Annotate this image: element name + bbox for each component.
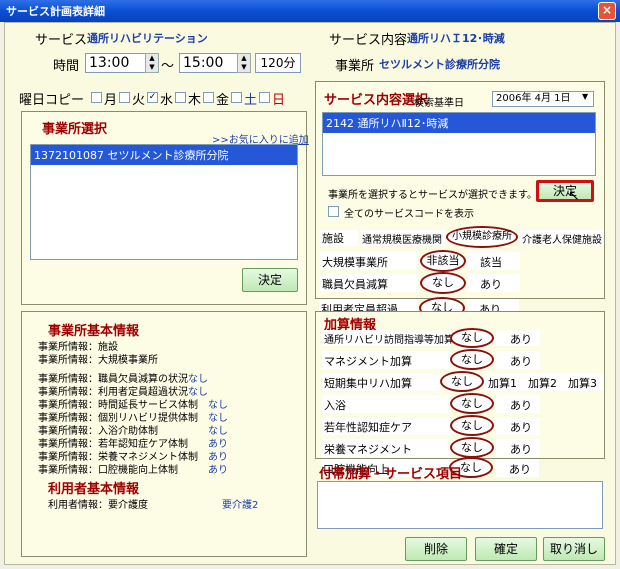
window-title: サービス計画表詳細	[6, 5, 105, 18]
addition-row-4-label: 若年性認知症ケア	[322, 417, 450, 435]
title-bar: サービス計画表詳細 ×	[0, 0, 620, 22]
confirm-button[interactable]: 確定	[475, 537, 537, 561]
weekday-wed-checkbox[interactable]: ✓	[147, 92, 158, 103]
addition-group: 加算情報 通所リハビリ訪問指導等加算 なし あり マネジメント加算 なし あり …	[315, 311, 605, 459]
window-client: サービス 通所リハビリテーション サービス内容 通所リハＩ12･時減 時間 13…	[4, 22, 616, 565]
office-select-group: 事業所選択 >>お気に入りに追加 1372101087 セツルメント診療所分院 …	[21, 111, 309, 305]
addition-row-5-label: 栄養マネジメント	[322, 439, 450, 457]
weekday-copy-label: 曜日コピー	[19, 93, 85, 108]
service-content-label: サービス内容	[329, 33, 408, 48]
facility-label: 施設	[320, 230, 358, 246]
weekday-thu-label: 木	[188, 93, 202, 108]
office-select-title: 事業所選択	[42, 122, 108, 137]
addition-row-0-label: 通所リハビリ訪問指導等加算	[322, 330, 454, 346]
service-list[interactable]: 2142 通所リハⅡ12･時減	[322, 112, 596, 176]
delete-button[interactable]: 削除	[405, 537, 467, 561]
addition-row-1-option-none[interactable]: なし	[450, 349, 494, 370]
weekday-tue-checkbox[interactable]	[119, 92, 130, 103]
weekday-sat-checkbox[interactable]	[231, 92, 242, 103]
large-office-label: 大規模事業所	[320, 252, 418, 270]
close-icon: ×	[601, 3, 613, 17]
show-all-checkbox[interactable]	[328, 206, 339, 217]
cancel-button[interactable]: 取り消し	[543, 537, 605, 561]
staff-shortage-label: 職員欠員減算	[320, 274, 418, 292]
weekday-fri-checkbox[interactable]	[203, 92, 214, 103]
addition-row-4-option-yes[interactable]: あり	[496, 417, 540, 435]
search-date-label: 検索基準日	[414, 98, 464, 109]
cursor-icon: ↖	[568, 188, 580, 204]
service-select-title: サービス内容選択	[324, 93, 429, 108]
weekday-wed-label: 水	[160, 93, 174, 108]
service-content-value: 通所リハＩ12･時減	[407, 32, 505, 45]
service-list-item[interactable]: 2142 通所リハⅡ12･時減	[323, 113, 595, 133]
facility-option-small[interactable]: 小規模診療所	[446, 226, 518, 248]
office-list[interactable]: 1372101087 セツルメント診療所分院	[30, 144, 298, 260]
staff-shortage-option-yes[interactable]: あり	[468, 274, 520, 292]
office-info-row-9-label: 事業所情報：口腔機能向上体制	[38, 465, 178, 476]
weekday-tue-label: 火	[132, 93, 146, 108]
user-info-title: 利用者基本情報	[48, 482, 140, 497]
addition-row-4-option-none[interactable]: なし	[450, 415, 494, 436]
office-info-title: 事業所基本情報	[48, 324, 140, 339]
time-label: 時間	[53, 59, 80, 74]
office-decide-button[interactable]: 決定	[242, 268, 298, 292]
weekday-sat-label: 土	[244, 93, 258, 108]
office-list-item[interactable]: 1372101087 セツルメント診療所分院	[31, 145, 297, 165]
addition-row-3-label: 入浴	[322, 395, 450, 413]
duration-field: 120分	[255, 53, 301, 73]
staff-shortage-option-none[interactable]: なし	[420, 272, 466, 294]
close-window-button[interactable]: ×	[598, 2, 616, 20]
addition-row-3-option-none[interactable]: なし	[450, 393, 494, 414]
addition-row-2-option-2[interactable]: 加算2	[524, 373, 564, 391]
addition-row-5-option-yes[interactable]: あり	[496, 439, 540, 457]
office-value: セツルメント診療所分院	[379, 58, 500, 71]
office-label: 事業所	[335, 59, 375, 74]
office-info-row-9-value: あり	[208, 465, 228, 476]
time-separator: ～	[161, 59, 175, 74]
weekday-mon-checkbox[interactable]	[91, 92, 102, 103]
weekday-thu-checkbox[interactable]	[175, 92, 186, 103]
service-decide-button[interactable]: 決定	[536, 180, 594, 202]
large-office-option-no[interactable]: 非該当	[420, 250, 466, 272]
office-info-row-1-label: 事業所情報：大規模事業所	[38, 355, 158, 366]
service-label: サービス	[35, 33, 88, 48]
weekday-sun-checkbox[interactable]	[259, 92, 270, 103]
addition-row-1-label: マネジメント加算	[322, 351, 450, 369]
addition-row-0-option-yes[interactable]: あり	[496, 330, 540, 346]
extra-title: 付帯加算・サービス項目	[319, 467, 463, 482]
addition-row-2-option-1[interactable]: 加算1	[484, 373, 526, 391]
user-info-value: 要介護2	[222, 500, 259, 511]
service-value: 通所リハビリテーション	[87, 32, 208, 45]
chevron-down-icon[interactable]: ▼	[582, 92, 588, 101]
weekday-mon-label: 月	[104, 93, 118, 108]
extra-items-list[interactable]	[317, 481, 603, 529]
addition-row-5-option-none[interactable]: なし	[450, 437, 494, 458]
start-time-spinner[interactable]: ▲ ▼	[145, 53, 159, 73]
addition-row-1-option-yes[interactable]: あり	[496, 351, 540, 369]
facility-option-normal[interactable]: 通常規模医療機関	[360, 230, 446, 246]
large-office-option-yes[interactable]: 該当	[468, 252, 520, 270]
addition-row-2-label: 短期集中リハ加算	[322, 373, 440, 391]
service-select-group: サービス内容選択 検索基準日 2006年 4月 1日 ▼ 2142 通所リハⅡ1…	[315, 81, 605, 299]
user-info-label: 利用者情報：要介護度	[48, 500, 148, 511]
office-info-group: 事業所基本情報 事業所情報：施設 事業所情報：大規模事業所 事業所情報：職員欠員…	[21, 311, 307, 557]
weekday-fri-label: 金	[216, 93, 230, 108]
addition-row-3-option-yes[interactable]: あり	[496, 395, 540, 413]
search-date-select[interactable]: 2006年 4月 1日	[492, 91, 594, 107]
end-time-spinner[interactable]: ▲ ▼	[237, 53, 251, 73]
facility-option-health[interactable]: 介護老人保健施設	[520, 230, 604, 246]
addition-row-6-option-yes[interactable]: あり	[495, 459, 539, 477]
weekday-sun-label: 日	[272, 93, 286, 108]
addition-row-2-option-none[interactable]: なし	[440, 371, 484, 392]
addition-row-2-option-3[interactable]: 加算3	[564, 373, 604, 391]
addition-row-0-option-none[interactable]: なし	[450, 328, 494, 348]
service-hint: 事業所を選択するとサービスが選択できます。	[328, 190, 537, 201]
show-all-label: 全てのサービスコードを表示	[344, 209, 474, 220]
